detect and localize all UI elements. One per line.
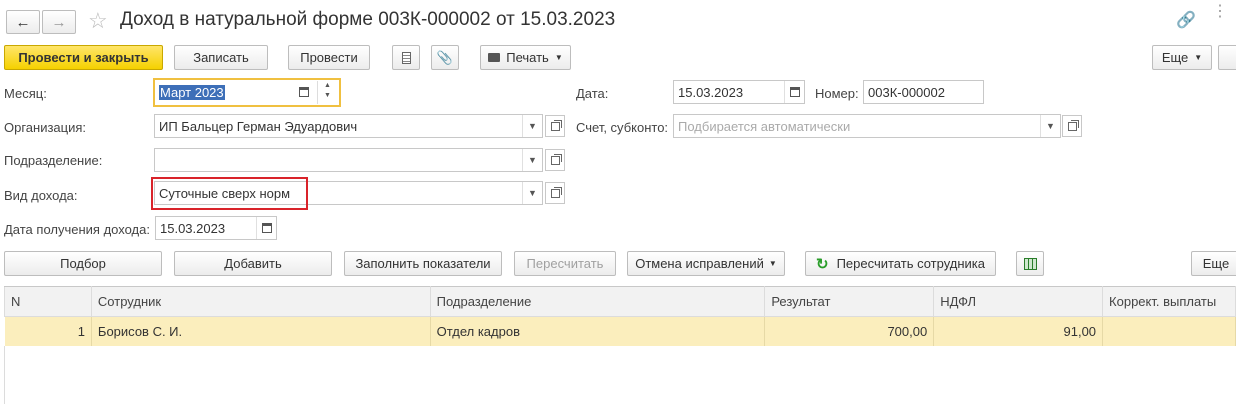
open-form-icon: [1067, 119, 1079, 131]
open-form-icon: [550, 153, 562, 165]
month-field[interactable]: Март 2023 ▲ ▼: [153, 78, 341, 107]
chevron-down-icon[interactable]: ▼: [522, 182, 542, 204]
date-value: 15.03.2023: [678, 84, 744, 100]
recalc-employee-label: Пересчитать сотрудника: [836, 256, 986, 271]
row-n: 1: [4, 316, 92, 346]
income-type-label: Вид дохода:: [4, 188, 78, 203]
column-header-division[interactable]: Подразделение: [429, 286, 766, 317]
row-ndfl: 91,00: [933, 316, 1104, 346]
excel-button[interactable]: [1016, 251, 1044, 276]
income-type-highlight: [151, 177, 308, 210]
back-arrow-icon: ←: [15, 13, 31, 31]
month-value: Март 2023: [159, 85, 225, 100]
chevron-down-icon[interactable]: ▼: [1040, 115, 1060, 137]
cancel-fixes-button[interactable]: Отмена исправлений ▼: [627, 251, 785, 276]
document-list-button[interactable]: [392, 45, 420, 70]
number-label: Номер:: [815, 86, 859, 101]
chevron-down-icon: ▼: [768, 259, 777, 268]
column-header-employee[interactable]: Сотрудник: [90, 286, 431, 317]
row-employee: Борисов С. И.: [91, 316, 431, 346]
row-division: Отдел кадров: [430, 316, 766, 346]
forward-arrow-icon: →: [51, 13, 67, 31]
calendar-icon[interactable]: [784, 81, 804, 103]
attach-button[interactable]: 📎: [431, 45, 459, 70]
calendar-icon[interactable]: [299, 87, 309, 97]
post-button[interactable]: Провести: [288, 45, 370, 70]
org-field[interactable]: ИП Бальцер Герман Эдуардович ▼: [154, 114, 543, 138]
division-field[interactable]: ▼: [154, 148, 543, 172]
account-placeholder: Подбирается автоматически: [678, 118, 851, 134]
org-value: ИП Бальцер Герман Эдуардович: [159, 118, 358, 134]
document-list-icon: [401, 51, 411, 64]
column-header-n[interactable]: N: [4, 286, 92, 317]
chevron-down-icon: ▼: [1194, 53, 1203, 62]
income-date-label: Дата получения дохода:: [4, 222, 150, 237]
account-field[interactable]: Подбирается автоматически ▼: [673, 114, 1061, 138]
forward-button[interactable]: →: [42, 10, 76, 34]
income-type-open-button[interactable]: [545, 182, 565, 204]
save-button[interactable]: Записать: [174, 45, 268, 70]
open-form-icon: [550, 186, 562, 198]
column-header-correction[interactable]: Коррект. выплаты: [1102, 286, 1236, 317]
window-title: Доход в натуральной форме 003К-000002 от…: [120, 9, 616, 30]
account-open-button[interactable]: [1062, 115, 1082, 137]
table-body-area: [4, 346, 1236, 404]
excel-icon: [1023, 257, 1037, 270]
org-label: Организация:: [4, 120, 87, 135]
chevron-down-icon[interactable]: ▼: [522, 149, 542, 171]
number-value: 003К-000002: [868, 84, 945, 100]
open-form-icon: [550, 119, 562, 131]
kebab-menu-icon[interactable]: ⋮: [1212, 4, 1228, 20]
table-more-button[interactable]: Еще: [1191, 251, 1236, 276]
recalc-button[interactable]: Пересчитать: [514, 251, 616, 276]
row-correction: [1102, 316, 1236, 346]
star-icon[interactable]: ☆: [88, 8, 108, 34]
employees-table: N Сотрудник Подразделение Результат НДФЛ…: [4, 286, 1236, 346]
number-field[interactable]: 003К-000002: [863, 80, 984, 104]
row-result: 700,00: [764, 316, 935, 346]
more-button[interactable]: Еще ▼: [1152, 45, 1212, 70]
account-label: Счет, субконто:: [576, 120, 669, 135]
pick-button[interactable]: Подбор: [4, 251, 162, 276]
print-label: Печать: [506, 50, 549, 65]
print-button[interactable]: Печать ▼: [480, 45, 571, 70]
table-row[interactable]: 1 Борисов С. И. Отдел кадров 700,00 91,0…: [4, 316, 1236, 346]
paperclip-icon: 📎: [436, 49, 454, 65]
fill-indicators-button[interactable]: Заполнить показатели: [344, 251, 502, 276]
month-stepper[interactable]: ▲ ▼: [317, 81, 337, 104]
add-button[interactable]: Добавить: [174, 251, 332, 276]
column-header-ndfl[interactable]: НДФЛ: [933, 286, 1104, 317]
division-label: Подразделение:: [4, 153, 103, 168]
income-date-field[interactable]: 15.03.2023: [155, 216, 277, 240]
back-button[interactable]: ←: [6, 10, 40, 34]
printer-icon: [488, 53, 501, 62]
chevron-down-icon[interactable]: ▼: [522, 115, 542, 137]
income-date-value: 15.03.2023: [160, 220, 226, 236]
cancel-fixes-label: Отмена исправлений: [635, 256, 764, 271]
org-open-button[interactable]: [545, 115, 565, 137]
date-label: Дата:: [576, 86, 609, 101]
date-field[interactable]: 15.03.2023: [673, 80, 805, 104]
refresh-icon: ↻: [815, 255, 829, 273]
help-button[interactable]: [1218, 45, 1236, 70]
month-label: Месяц:: [4, 86, 47, 101]
link-icon[interactable]: 🔗: [1176, 10, 1196, 30]
post-and-close-button[interactable]: Провести и закрыть: [4, 45, 163, 70]
division-open-button[interactable]: [545, 149, 565, 171]
column-header-result[interactable]: Результат: [764, 286, 935, 317]
recalc-employee-button[interactable]: ↻ Пересчитать сотрудника: [805, 251, 996, 276]
more-label: Еще: [1161, 50, 1189, 65]
chevron-down-icon: ▼: [554, 53, 563, 62]
calendar-icon[interactable]: [256, 217, 276, 239]
